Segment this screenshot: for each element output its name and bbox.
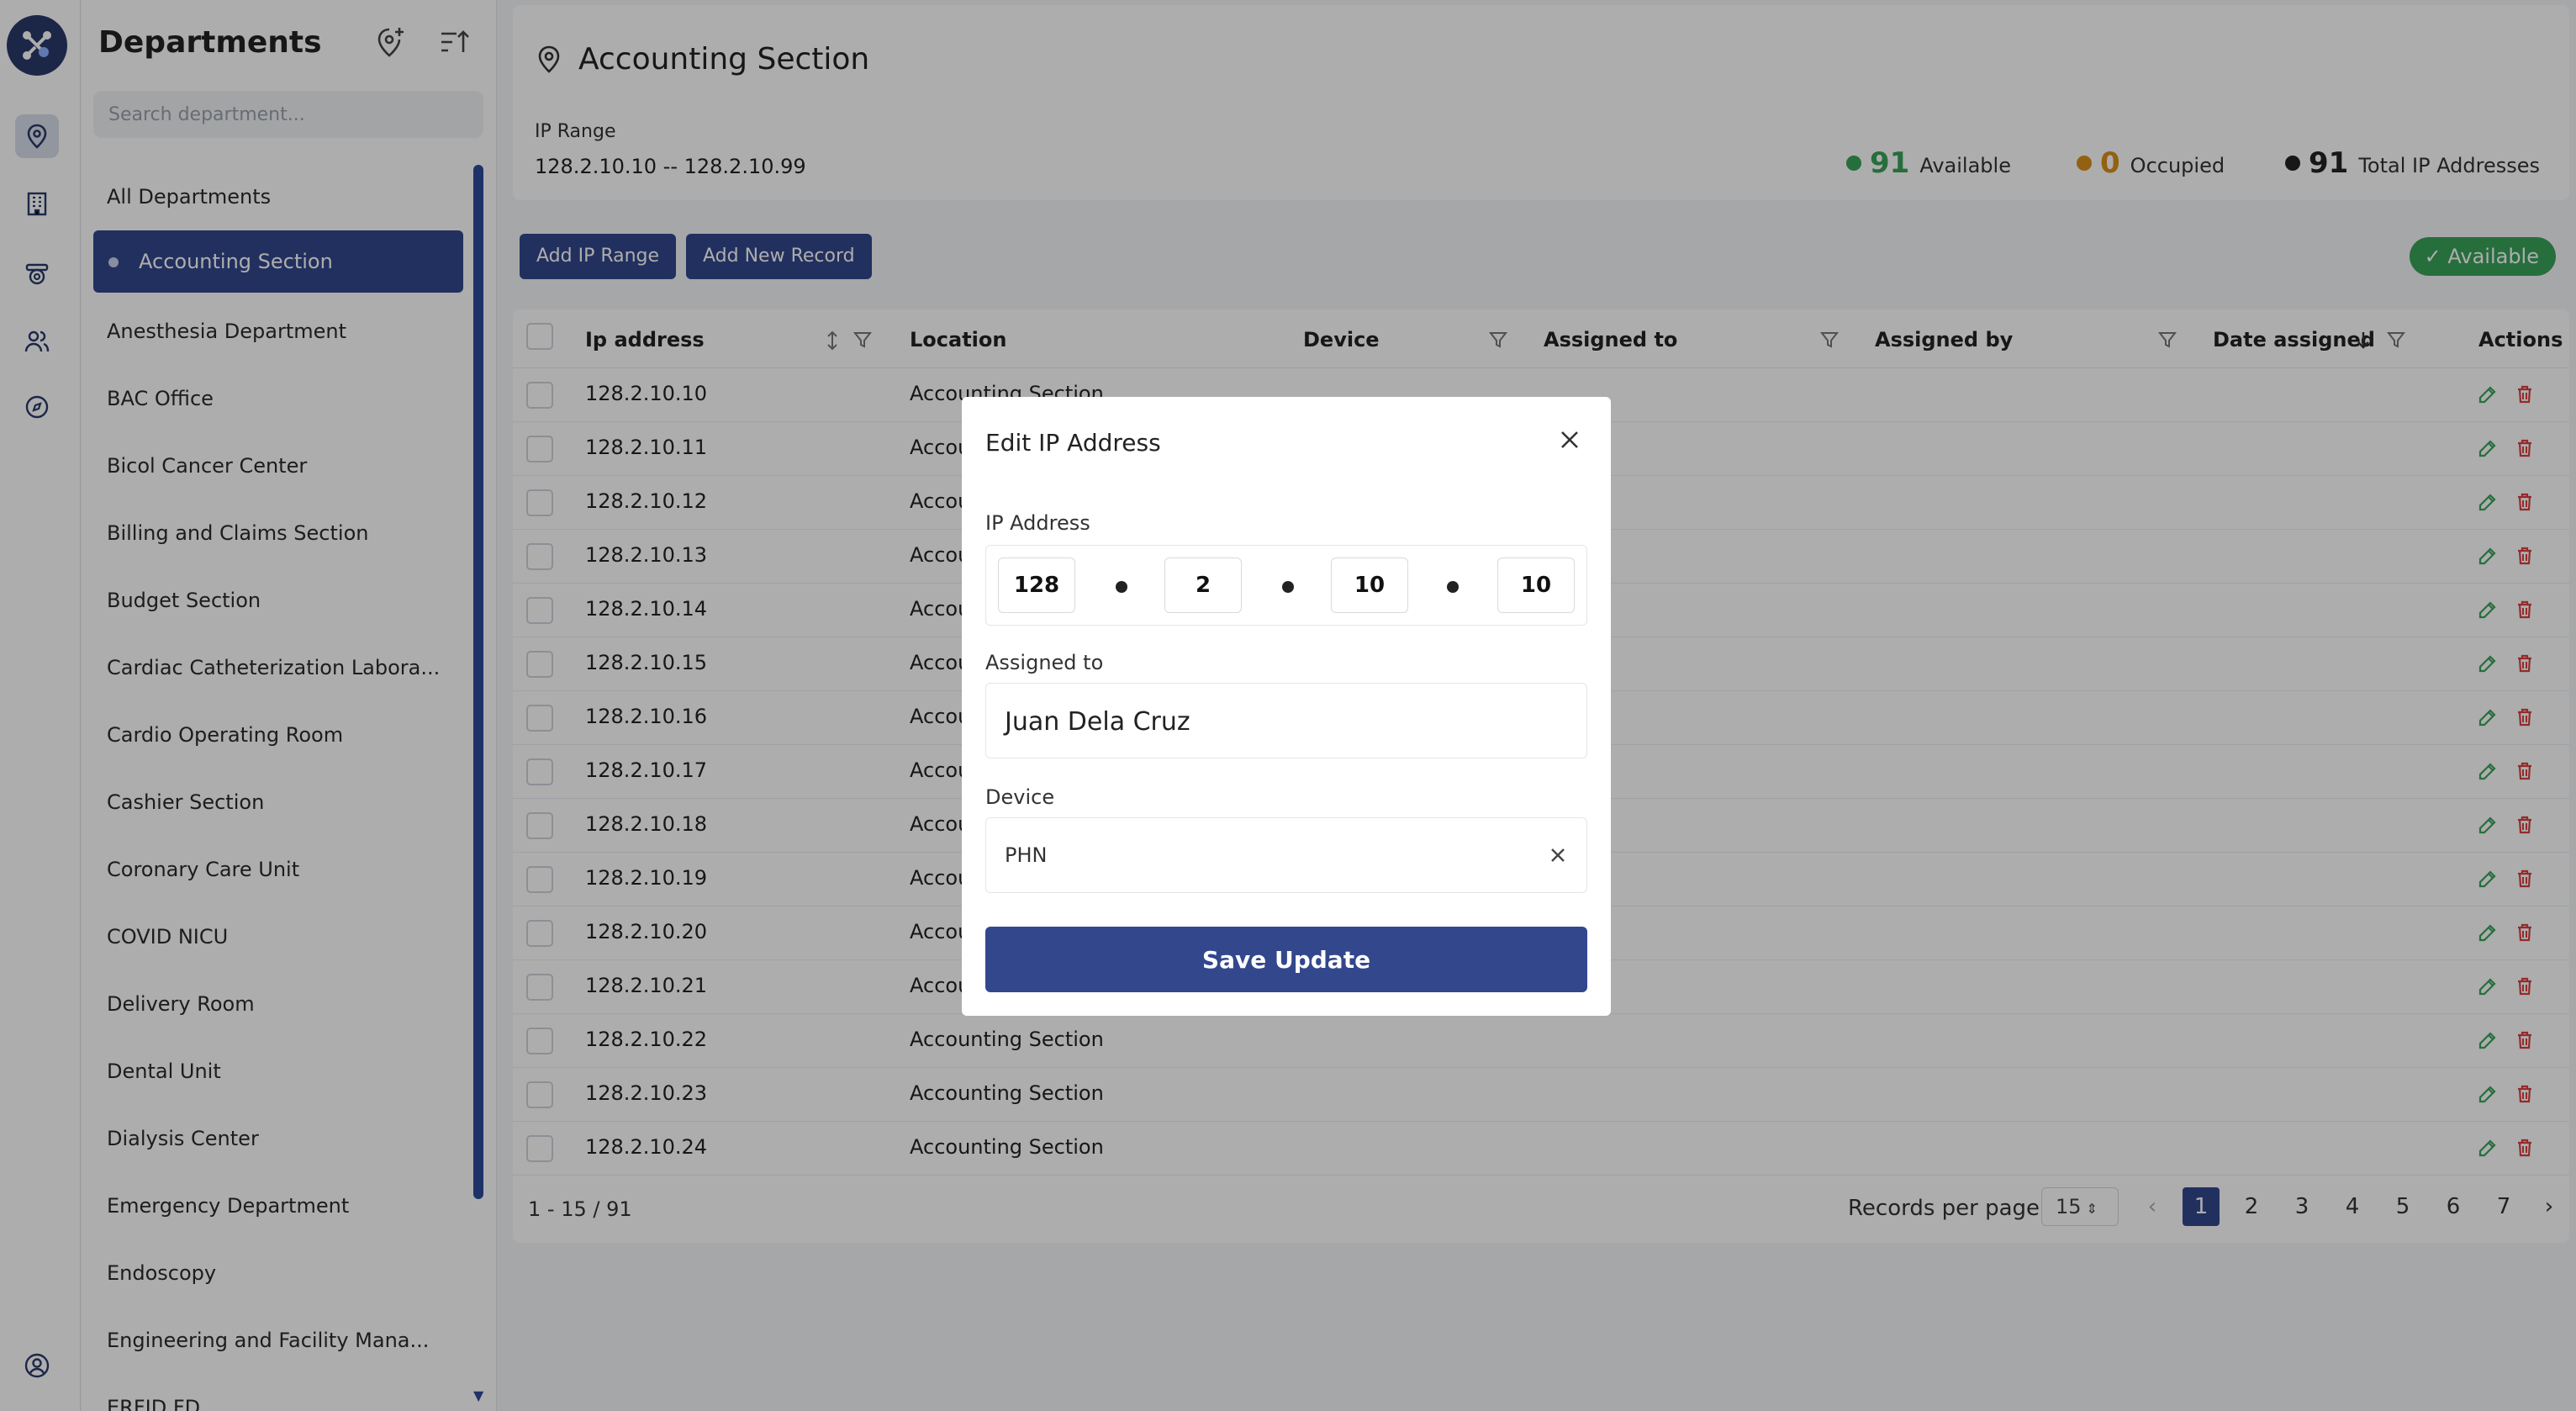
modal-title: Edit IP Address [985,429,1161,457]
ip-address-input-group: 128 2 10 10 [985,545,1587,626]
ip-octet-3[interactable]: 10 [1331,558,1408,613]
octet-separator [1447,581,1459,593]
close-icon[interactable] [1557,427,1582,456]
device-label: Device [985,785,1055,809]
ip-octet-1[interactable]: 128 [998,558,1075,613]
ip-octet-4[interactable]: 10 [1497,558,1575,613]
ip-address-label: IP Address [985,511,1090,535]
clear-icon[interactable] [1548,845,1568,869]
device-value: PHN [1005,843,1048,867]
octet-separator [1282,581,1294,593]
assigned-to-field[interactable]: Juan Dela Cruz [985,683,1587,758]
assigned-to-value: Juan Dela Cruz [1005,707,1190,737]
edit-ip-modal: Edit IP Address IP Address 128 2 10 10 A… [962,397,1611,1016]
octet-separator [1116,581,1127,593]
assigned-to-label: Assigned to [985,651,1104,674]
ip-octet-2[interactable]: 2 [1164,558,1242,613]
save-update-button[interactable]: Save Update [985,927,1587,992]
device-field[interactable]: PHN [985,817,1587,893]
